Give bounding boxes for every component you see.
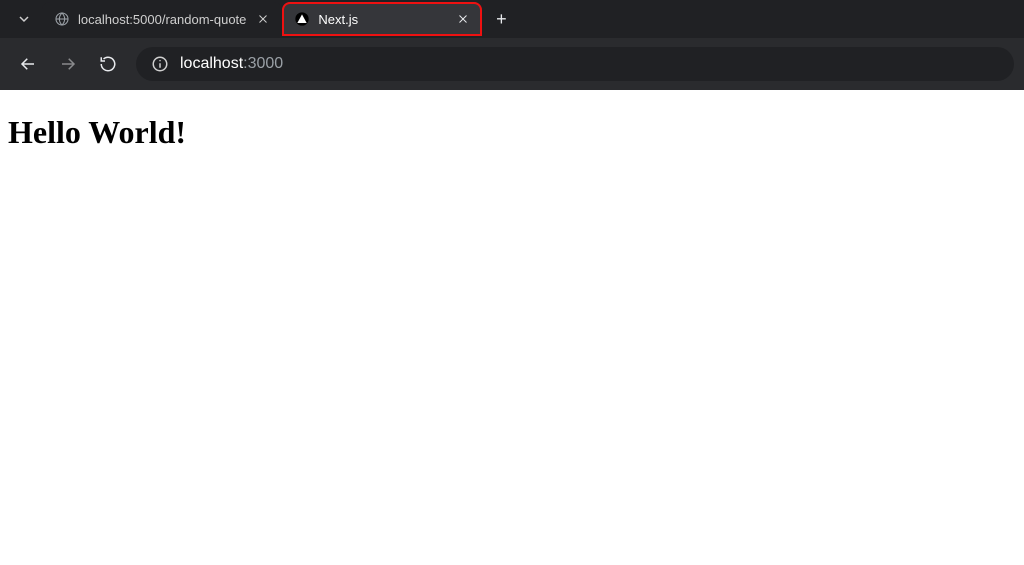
tab-localhost-5000[interactable]: localhost:5000/random-quote (42, 2, 282, 36)
tab-strip: localhost:5000/random-quote Next.js (0, 0, 1024, 38)
back-button[interactable] (10, 46, 46, 82)
toolbar: localhost:3000 (0, 38, 1024, 90)
url-host: localhost (180, 55, 243, 72)
tab-nextjs[interactable]: Next.js (282, 2, 482, 36)
forward-button[interactable] (50, 46, 86, 82)
new-tab-button[interactable]: + (486, 4, 516, 34)
reload-icon (99, 55, 117, 73)
url-text: localhost:3000 (180, 55, 283, 73)
reload-button[interactable] (90, 46, 126, 82)
nextjs-icon (294, 11, 310, 27)
window-dropdown-button[interactable] (6, 5, 42, 33)
close-tab-button[interactable] (454, 10, 472, 28)
arrow-right-icon (59, 55, 77, 73)
close-icon (257, 13, 269, 25)
info-icon (151, 55, 169, 73)
site-info-button[interactable] (150, 54, 170, 74)
plus-icon: + (496, 9, 507, 30)
arrow-left-icon (19, 55, 37, 73)
chevron-down-icon (16, 11, 32, 27)
address-bar[interactable]: localhost:3000 (136, 47, 1014, 81)
browser-chrome: localhost:5000/random-quote Next.js (0, 0, 1024, 90)
page-viewport: Hello World! (0, 90, 1024, 565)
tab-title: localhost:5000/random-quote (78, 12, 246, 27)
url-port: :3000 (243, 55, 283, 72)
page-heading: Hello World! (0, 90, 1024, 175)
globe-icon (54, 11, 70, 27)
close-tab-button[interactable] (254, 10, 272, 28)
tab-title: Next.js (318, 12, 446, 27)
close-icon (457, 13, 469, 25)
